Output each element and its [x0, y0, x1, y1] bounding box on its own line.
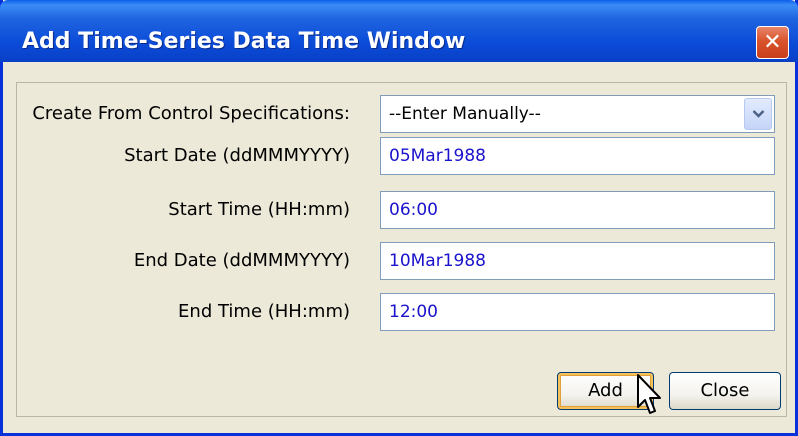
- end-time-label: End Time (HH:mm): [178, 301, 350, 322]
- start-time-label: Start Time (HH:mm): [168, 199, 350, 220]
- end-time-field[interactable]: [380, 293, 775, 331]
- end-date-label: End Date (ddMMMYYYY): [133, 250, 350, 271]
- title-bar[interactable]: Add Time-Series Data Time Window ✕: [0, 0, 798, 62]
- form-panel: Create From Control Specifications: --En…: [16, 82, 787, 417]
- end-date-field[interactable]: [380, 242, 775, 280]
- control-spec-value: --Enter Manually--: [389, 104, 541, 124]
- start-time-field[interactable]: [380, 191, 775, 229]
- end-time-input[interactable]: [381, 294, 774, 330]
- control-spec-select[interactable]: --Enter Manually--: [380, 95, 775, 133]
- end-date-input[interactable]: [381, 243, 774, 279]
- close-icon[interactable]: ✕: [756, 26, 789, 59]
- start-date-label: Start Date (ddMMMYYYY): [124, 145, 350, 166]
- start-date-field[interactable]: [380, 137, 775, 175]
- start-time-input[interactable]: [381, 192, 774, 228]
- window-title: Add Time-Series Data Time Window: [22, 29, 466, 54]
- dialog-window: Add Time-Series Data Time Window ✕ Creat…: [0, 0, 798, 436]
- chevron-down-icon[interactable]: [744, 98, 772, 130]
- close-button[interactable]: Close: [669, 372, 781, 410]
- add-button[interactable]: Add: [557, 372, 654, 410]
- start-date-input[interactable]: [381, 138, 774, 174]
- control-spec-label: Create From Control Specifications:: [32, 103, 350, 124]
